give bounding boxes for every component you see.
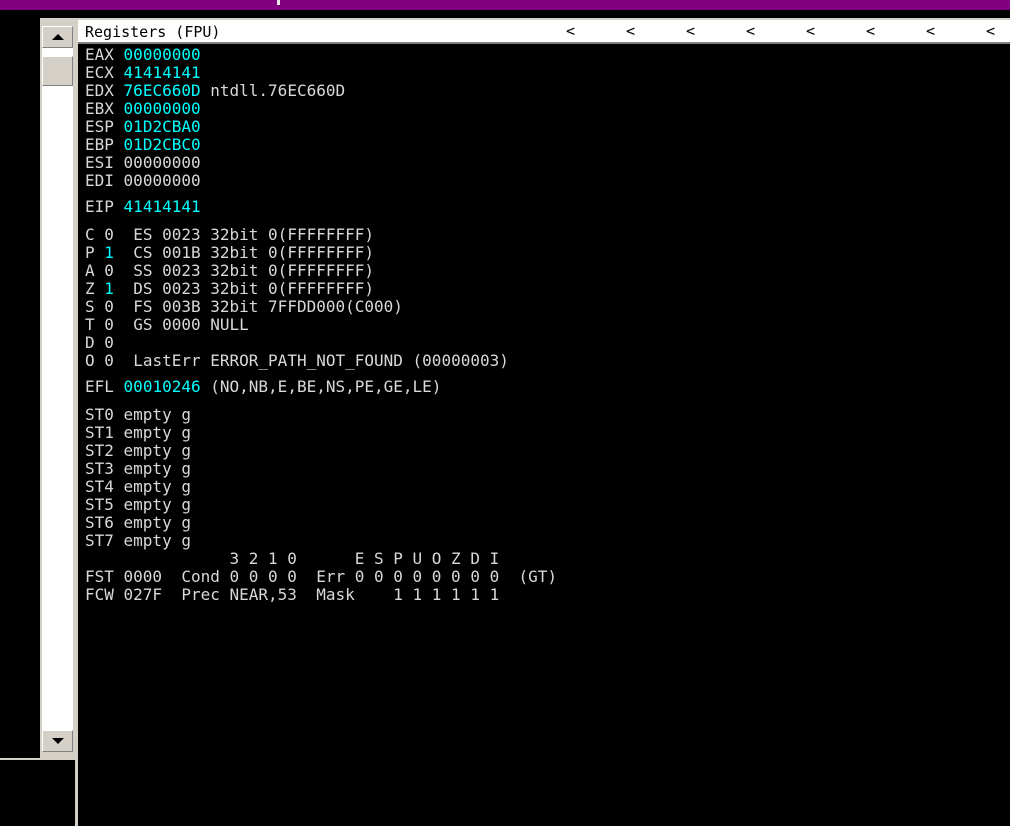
register-value[interactable]: 41414141 <box>124 197 201 216</box>
register-row-ecx[interactable]: ECX 41414141 <box>85 64 201 82</box>
flag-name: C <box>85 225 95 244</box>
register-row-efl[interactable]: EFL 00010246 (NO,NB,E,BE,NS,PE,GE,LE) <box>85 378 441 396</box>
scroll-up-button[interactable] <box>42 26 73 48</box>
fpu-status-word-row[interactable]: FST 0000 Cond 0 0 0 0 Err 0 0 0 0 0 0 0 … <box>85 568 557 586</box>
fpu-st-row[interactable]: ST1 empty g <box>85 424 191 442</box>
flag-name: D <box>85 333 95 352</box>
vertical-scrollbar[interactable] <box>42 26 73 752</box>
register-name: ESI <box>85 153 114 172</box>
chevron-left-icon[interactable]: < <box>626 23 635 39</box>
fpu-st-row[interactable]: ST0 empty g <box>85 406 191 424</box>
scroll-thumb[interactable] <box>42 56 73 86</box>
fpu-st-row[interactable]: ST6 empty g <box>85 514 191 532</box>
fpu-st-row[interactable]: ST2 empty g <box>85 442 191 460</box>
register-row-ebp[interactable]: EBP 01D2CBC0 <box>85 136 201 154</box>
flag-value[interactable]: 0 <box>104 297 114 316</box>
last-error-info: LastErr ERROR_PATH_NOT_FOUND (00000003) <box>113 351 509 370</box>
arrow-down-icon <box>52 738 64 744</box>
register-comment: ntdll.76EC660D <box>210 81 346 100</box>
register-name: EBX <box>85 99 114 118</box>
flag-row-c[interactable]: C 0 ES 0023 32bit 0(FFFFFFFF) <box>85 226 374 244</box>
segment-info: GS 0000 NULL <box>113 315 249 334</box>
register-name: EDI <box>85 171 114 190</box>
register-value[interactable]: 01D2CBA0 <box>124 117 201 136</box>
flag-name: Z <box>85 279 95 298</box>
flag-value[interactable]: 0 <box>104 225 114 244</box>
fpu-control-word-row[interactable]: FCW 027F Prec NEAR,53 Mask 1 1 1 1 1 1 <box>85 586 499 604</box>
register-name: ESP <box>85 117 114 136</box>
flag-row-t[interactable]: T 0 GS 0000 NULL <box>85 316 249 334</box>
register-value[interactable]: 00000000 <box>124 45 201 64</box>
cpu-disasm-pane[interactable] <box>0 18 40 758</box>
register-value[interactable]: 00010246 <box>124 377 201 396</box>
fpu-bits-header: 3 2 1 0 E S P U O Z D I <box>85 549 500 568</box>
chevron-left-icon[interactable]: < <box>746 23 755 39</box>
flag-row-d[interactable]: D 0 <box>85 334 114 352</box>
register-name: EAX <box>85 45 114 64</box>
title-bar-notch <box>277 0 280 5</box>
register-name: EBP <box>85 135 114 154</box>
register-row-edx[interactable]: EDX 76EC660D ntdll.76EC660D <box>85 82 345 100</box>
flag-value[interactable]: 0 <box>104 315 114 334</box>
scroll-down-button[interactable] <box>42 730 73 752</box>
register-value[interactable]: 76EC660D <box>124 81 201 100</box>
segment-info: DS 0023 32bit 0(FFFFFFFF) <box>113 279 375 298</box>
chevron-left-icon[interactable]: < <box>926 23 935 39</box>
fpu-st-row[interactable]: ST5 empty g <box>85 496 191 514</box>
fpu-st-row[interactable]: ST7 empty g <box>85 532 191 550</box>
register-value[interactable]: 00000000 <box>124 171 201 190</box>
panel-title: Registers (FPU) <box>85 23 221 41</box>
register-value[interactable]: 41414141 <box>124 63 201 82</box>
flag-value[interactable]: 1 <box>104 243 114 262</box>
chevron-left-icon[interactable]: < <box>686 23 695 39</box>
register-name: EFL <box>85 377 114 396</box>
register-row-esp[interactable]: ESP 01D2CBA0 <box>85 118 201 136</box>
register-value[interactable]: 00000000 <box>124 153 201 172</box>
efl-decoded: (NO,NB,E,BE,NS,PE,GE,LE) <box>210 377 442 396</box>
register-value[interactable]: 01D2CBC0 <box>124 135 201 154</box>
registers-panel[interactable]: Registers (FPU) < < < < < < < < <box>78 18 1010 826</box>
register-row-esi[interactable]: ESI 00000000 <box>85 154 201 172</box>
flag-row-s[interactable]: S 0 FS 003B 32bit 7FFDD000(C000) <box>85 298 403 316</box>
flag-row-a[interactable]: A 0 SS 0023 32bit 0(FFFFFFFF) <box>85 262 374 280</box>
flag-value[interactable]: 0 <box>104 351 114 370</box>
segment-info: ES 0023 32bit 0(FFFFFFFF) <box>113 225 375 244</box>
segment-info: FS 003B 32bit 7FFDD000(C000) <box>113 297 403 316</box>
fpu-st-row[interactable]: ST3 empty g <box>85 460 191 478</box>
dump-pane[interactable] <box>0 758 75 826</box>
chevron-left-icon[interactable]: < <box>986 23 995 39</box>
window-title-bar <box>0 0 1010 10</box>
registers-panel-header[interactable]: Registers (FPU) < < < < < < < < <box>78 18 1010 44</box>
segment-info: CS 001B 32bit 0(FFFFFFFF) <box>113 243 375 262</box>
flag-name: A <box>85 261 95 280</box>
chevron-left-icon[interactable]: < <box>866 23 875 39</box>
flag-value[interactable]: 0 <box>104 333 114 352</box>
flag-name: T <box>85 315 95 334</box>
register-row-edi[interactable]: EDI 00000000 <box>85 172 201 190</box>
register-row-eip[interactable]: EIP 41414141 <box>85 198 201 216</box>
flag-name: P <box>85 243 95 262</box>
register-name: EDX <box>85 81 114 100</box>
register-row-ebx[interactable]: EBX 00000000 <box>85 100 201 118</box>
register-value[interactable]: 00000000 <box>124 99 201 118</box>
flag-name: O <box>85 351 95 370</box>
flag-value[interactable]: 1 <box>104 279 114 298</box>
segment-info: SS 0023 32bit 0(FFFFFFFF) <box>113 261 375 280</box>
chevron-left-icon[interactable]: < <box>566 23 575 39</box>
fpu-st-row[interactable]: ST4 empty g <box>85 478 191 496</box>
arrow-up-icon <box>52 34 64 40</box>
flag-row-o[interactable]: O 0 LastErr ERROR_PATH_NOT_FOUND (000000… <box>85 352 509 370</box>
chevron-left-icon[interactable]: < <box>806 23 815 39</box>
register-name: ECX <box>85 63 114 82</box>
register-row-eax[interactable]: EAX 00000000 <box>85 46 201 64</box>
flag-value[interactable]: 0 <box>104 261 114 280</box>
flag-row-z[interactable]: Z 1 DS 0023 32bit 0(FFFFFFFF) <box>85 280 374 298</box>
flag-row-p[interactable]: P 1 CS 001B 32bit 0(FFFFFFFF) <box>85 244 374 262</box>
register-name: EIP <box>85 197 114 216</box>
flag-name: S <box>85 297 95 316</box>
